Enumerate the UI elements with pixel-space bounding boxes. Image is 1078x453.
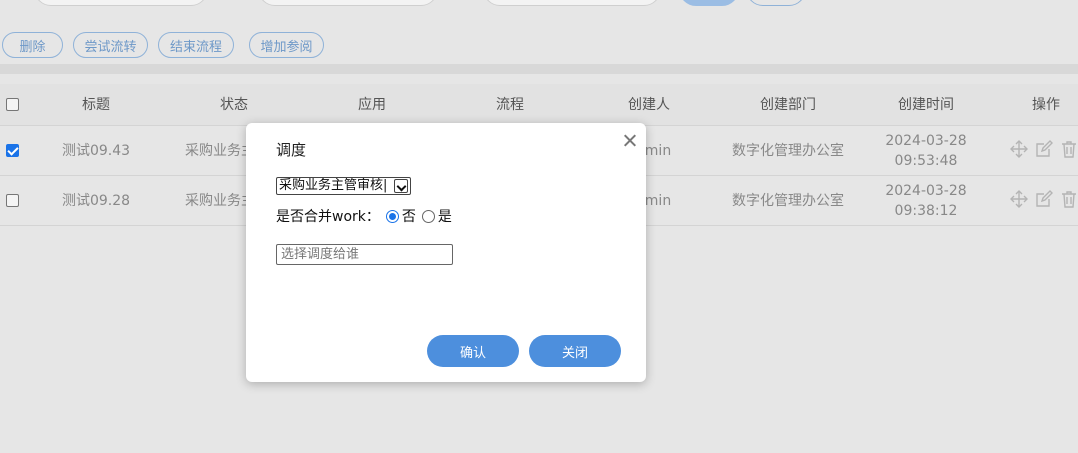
chevron-down-icon — [394, 179, 408, 193]
row-checkbox[interactable] — [6, 144, 19, 157]
column-header-title: 标题 — [82, 97, 110, 113]
edit-icon[interactable] — [1035, 140, 1053, 158]
filter-input-1[interactable] — [34, 0, 208, 6]
dispatch-dialog: 调度 采购业务主管审核| 是否合并work： 否 是 选择调度给谁 确认 关闭 — [246, 123, 646, 382]
column-header-actions: 操作 — [1032, 97, 1060, 113]
close-button[interactable]: 关闭 — [529, 335, 621, 367]
filter-input-2[interactable] — [258, 0, 438, 6]
search-button[interactable] — [679, 0, 739, 6]
delete-button[interactable]: 删除 — [2, 32, 63, 58]
try-flow-button[interactable]: 尝试流转 — [73, 32, 148, 58]
merge-no-label[interactable]: 否 — [402, 206, 416, 226]
move-icon[interactable] — [1010, 140, 1028, 158]
end-flow-button[interactable]: 结束流程 — [158, 32, 234, 58]
dialog-title: 调度 — [276, 141, 307, 159]
column-header-dept: 创建部门 — [760, 97, 816, 113]
filter-input-3[interactable] — [483, 0, 661, 6]
row-status: 采购业务主 — [185, 193, 255, 209]
confirm-button[interactable]: 确认 — [427, 335, 519, 367]
reset-button[interactable] — [746, 0, 806, 6]
add-review-button[interactable]: 增加参阅 — [249, 32, 324, 58]
row-status: 采购业务主 — [185, 143, 255, 159]
merge-yes-label[interactable]: 是 — [438, 206, 452, 226]
merge-work-row: 是否合并work： 否 是 — [276, 207, 452, 225]
trash-icon[interactable] — [1060, 140, 1078, 158]
row-title: 测试09.28 — [61, 193, 131, 209]
row-title: 测试09.43 — [61, 143, 131, 159]
merge-yes-radio[interactable] — [421, 209, 435, 223]
column-header-created-time: 创建时间 — [898, 97, 954, 113]
section-divider — [0, 64, 1078, 74]
row-date: 2024-03-28 — [885, 133, 967, 149]
row-creator: min — [644, 143, 672, 159]
select-all-checkbox[interactable] — [6, 98, 19, 111]
trash-icon[interactable] — [1060, 190, 1078, 208]
table-header: 标题 状态 应用 流程 创建人 创建部门 创建时间 操作 — [0, 84, 1078, 126]
edit-icon[interactable] — [1035, 190, 1053, 208]
node-select[interactable]: 采购业务主管审核| — [276, 177, 411, 195]
node-select-value: 采购业务主管审核| — [279, 178, 388, 193]
column-header-app: 应用 — [358, 97, 386, 113]
assign-to-input[interactable]: 选择调度给谁 — [276, 244, 453, 265]
row-dept: 数字化管理办公室 — [732, 193, 844, 209]
row-time: 09:53:48 — [894, 153, 958, 169]
merge-no-radio[interactable] — [385, 209, 399, 223]
column-header-flow: 流程 — [496, 97, 524, 113]
row-checkbox[interactable] — [6, 194, 19, 207]
close-icon[interactable] — [622, 133, 638, 149]
column-header-creator: 创建人 — [628, 97, 670, 113]
row-dept: 数字化管理办公室 — [732, 143, 844, 159]
row-time: 09:38:12 — [894, 203, 958, 219]
row-date: 2024-03-28 — [885, 183, 967, 199]
move-icon[interactable] — [1010, 190, 1028, 208]
column-header-status: 状态 — [220, 97, 248, 113]
row-creator: min — [644, 193, 672, 209]
merge-work-label: 是否合并work： — [276, 209, 380, 225]
